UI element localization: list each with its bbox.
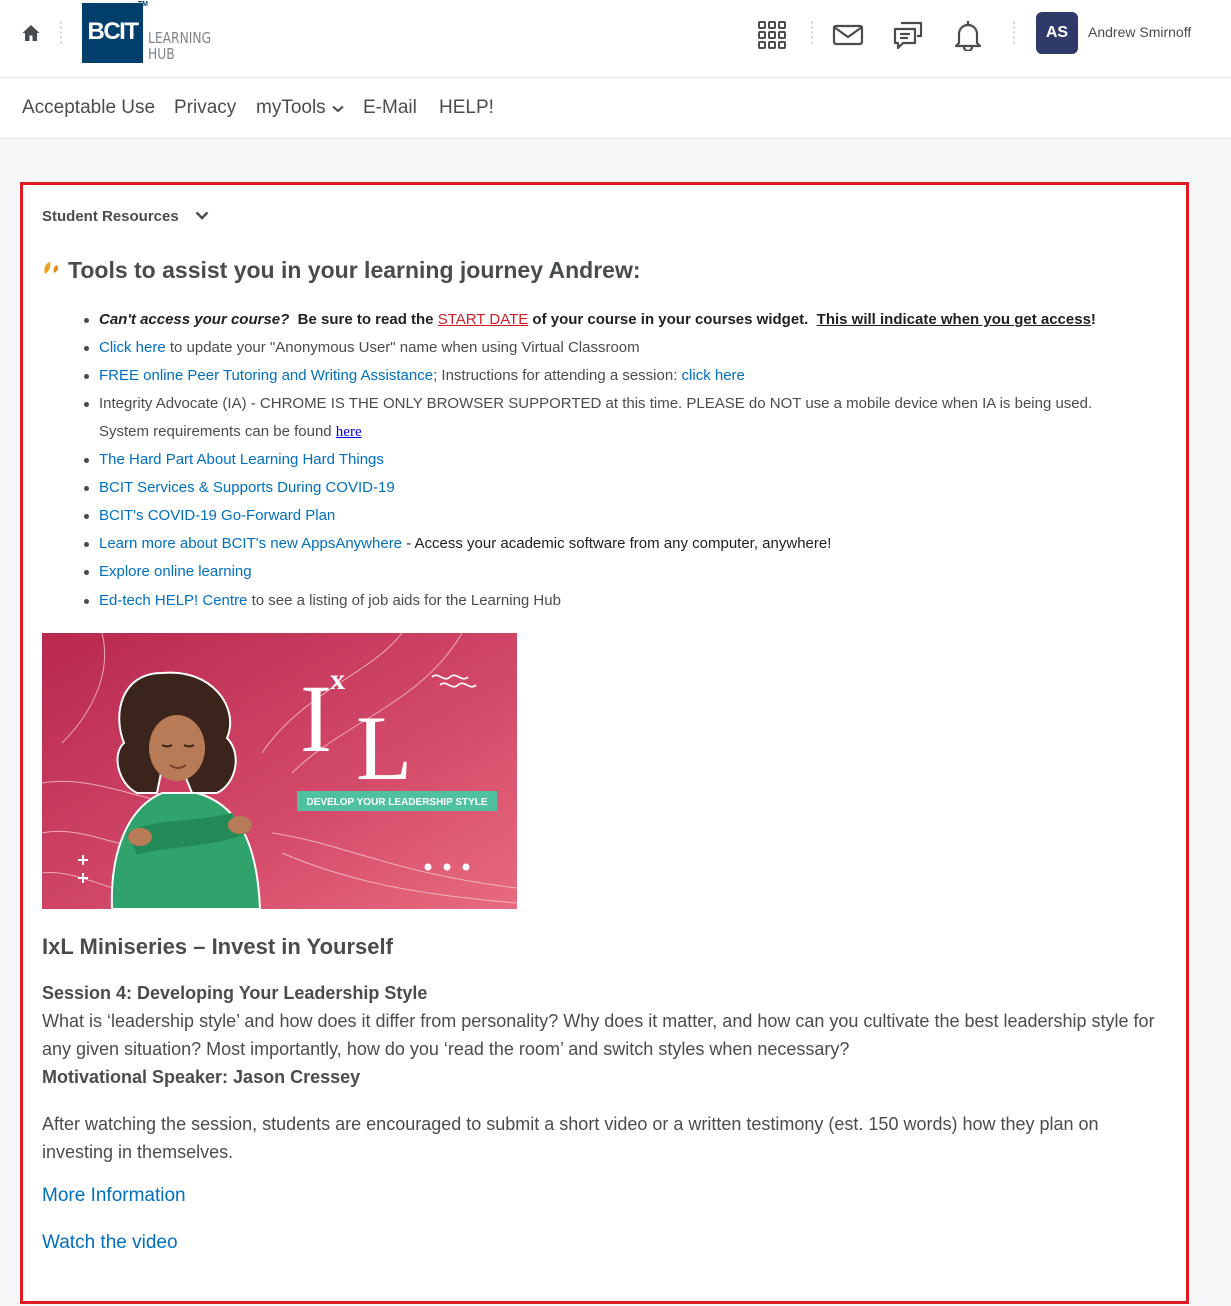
apps-grid-icon[interactable]: [754, 17, 790, 53]
after-session-text: After watching the session, students are…: [42, 1114, 1099, 1162]
nav-item-help[interactable]: HELP!: [439, 97, 494, 119]
anonymous-user-text: to update your "Anonymous User" name whe…: [165, 339, 640, 356]
ixl-logo-x: x: [330, 663, 345, 696]
logo-subtitle-line1: LEARNING: [148, 29, 212, 47]
appsanywhere-text: - Access your academic software from any…: [402, 535, 832, 552]
ixl-logo-l: L: [356, 697, 412, 799]
chevron-down-icon: [332, 97, 344, 119]
appsanywhere-link[interactable]: Learn more about BCIT's new AppsAnywhere: [99, 535, 402, 552]
mail-icon[interactable]: [830, 17, 866, 53]
user-name[interactable]: Andrew Smirnoff: [1088, 24, 1191, 40]
watch-video-link[interactable]: Watch the video: [42, 1232, 178, 1254]
hard-part-link[interactable]: The Hard Part About Learning Hard Things: [99, 451, 384, 468]
covid-supports-link[interactable]: BCIT Services & Supports During COVID-19: [99, 479, 395, 496]
banner-tag: DEVELOP YOUR LEADERSHIP STYLE: [306, 797, 487, 808]
header-separator: [1013, 20, 1015, 46]
student-resources-widget: Student Resources Tools to assist you in…: [20, 182, 1189, 1304]
main-nav: Acceptable Use Privacy myTools E-Mail HE…: [0, 79, 1231, 139]
access-note-end: !: [1090, 311, 1096, 328]
peer-tutoring-link[interactable]: FREE online Peer Tutoring and Writing As…: [99, 367, 433, 384]
system-req-here-link[interactable]: here: [336, 424, 362, 440]
nav-item-privacy[interactable]: Privacy: [174, 97, 236, 119]
speaker-name: Motivational Speaker: Jason Cressey: [42, 1067, 361, 1087]
edtech-help-link[interactable]: Ed-tech HELP! Centre: [99, 592, 247, 609]
list-item: FREE online Peer Tutoring and Writing As…: [84, 362, 1179, 390]
widget-title: Student Resources: [42, 207, 179, 225]
logo-subtitle: LEARNING HUB: [148, 30, 211, 62]
tutoring-click-here-link[interactable]: click here: [682, 367, 745, 384]
resource-list: Can't access your course? Be sure to rea…: [84, 306, 1179, 615]
chevron-down-icon: [195, 207, 209, 225]
logo-text: BCIT: [87, 18, 140, 45]
list-item: Can't access your course? Be sure to rea…: [84, 306, 1179, 334]
list-item: Ed-tech HELP! Centre to see a listing of…: [84, 587, 1179, 615]
chat-icon[interactable]: [890, 17, 926, 53]
page-title: Tools to assist you in your learning jou…: [68, 257, 641, 283]
nav-item-mytools[interactable]: myTools: [256, 97, 344, 119]
start-date-link[interactable]: START DATE: [438, 311, 529, 328]
explore-online-learning-link[interactable]: Explore online learning: [99, 563, 252, 580]
list-item: BCIT's COVID-19 Go-Forward Plan: [84, 502, 1179, 530]
list-item: Click here to update your "Anonymous Use…: [84, 334, 1179, 362]
list-item: BCIT Services & Supports During COVID-19: [84, 474, 1179, 502]
avatar[interactable]: AS: [1036, 12, 1078, 54]
list-item: Learn more about BCIT's new AppsAnywhere…: [84, 530, 1179, 558]
tools-heading: Tools to assist you in your learning jou…: [42, 257, 641, 284]
bell-icon[interactable]: [950, 17, 986, 53]
session-description: What is ‘leadership style’ and how does …: [42, 1011, 1155, 1059]
header-separator: [811, 20, 813, 46]
nav-item-acceptable-use[interactable]: Acceptable Use: [22, 97, 155, 119]
widget-header[interactable]: Student Resources: [42, 207, 209, 225]
logo-subtitle-line2: HUB: [148, 45, 175, 63]
list-item: Explore online learning: [84, 558, 1179, 586]
list-item: Integrity Advocate (IA) - CHROME IS THE …: [84, 390, 1179, 418]
covid-plan-link[interactable]: BCIT's COVID-19 Go-Forward Plan: [99, 507, 335, 524]
edtech-help-text: to see a listing of job aids for the Lea…: [247, 592, 561, 609]
course-access-text: Be sure to read the: [289, 311, 438, 328]
more-information-link[interactable]: More Information: [42, 1185, 186, 1207]
logo-box: BCIT TM: [82, 1, 148, 63]
logo-tm: TM: [137, 1, 148, 8]
header-separator: [60, 20, 62, 46]
session-title: Session 4: Developing Your Leadership St…: [42, 983, 428, 1003]
ixl-banner-image[interactable]: I x L DEVELOP YOUR LEADERSHIP STYLE: [42, 633, 517, 909]
bcit-learning-hub-logo[interactable]: BCIT TM LEARNING HUB: [82, 1, 225, 63]
ixl-logo-i: I: [300, 665, 332, 772]
leaves-icon: [42, 258, 62, 283]
nav-item-email[interactable]: E-Mail: [363, 97, 417, 119]
system-req-text: System requirements can be found: [99, 423, 336, 440]
top-header: BCIT TM LEARNING HUB AS Andrew Smirnoff: [0, 0, 1231, 78]
series-title: IxL Miniseries – Invest in Yourself: [42, 934, 393, 959]
tutoring-instructions-text: ; Instructions for attending a session:: [433, 367, 682, 384]
home-icon[interactable]: [19, 21, 43, 45]
course-access-question: Can't access your course?: [99, 311, 290, 328]
nav-item-mytools-label: myTools: [256, 97, 326, 118]
integrity-advocate-text: Integrity Advocate (IA) - CHROME IS THE …: [99, 395, 1093, 412]
list-item-continuation: System requirements can be found here: [99, 418, 1179, 446]
click-here-link[interactable]: Click here: [99, 339, 166, 356]
access-note: This will indicate when you get access: [816, 311, 1091, 328]
list-item: The Hard Part About Learning Hard Things: [84, 446, 1179, 474]
course-access-text2: of your course in your courses widget.: [528, 311, 817, 328]
